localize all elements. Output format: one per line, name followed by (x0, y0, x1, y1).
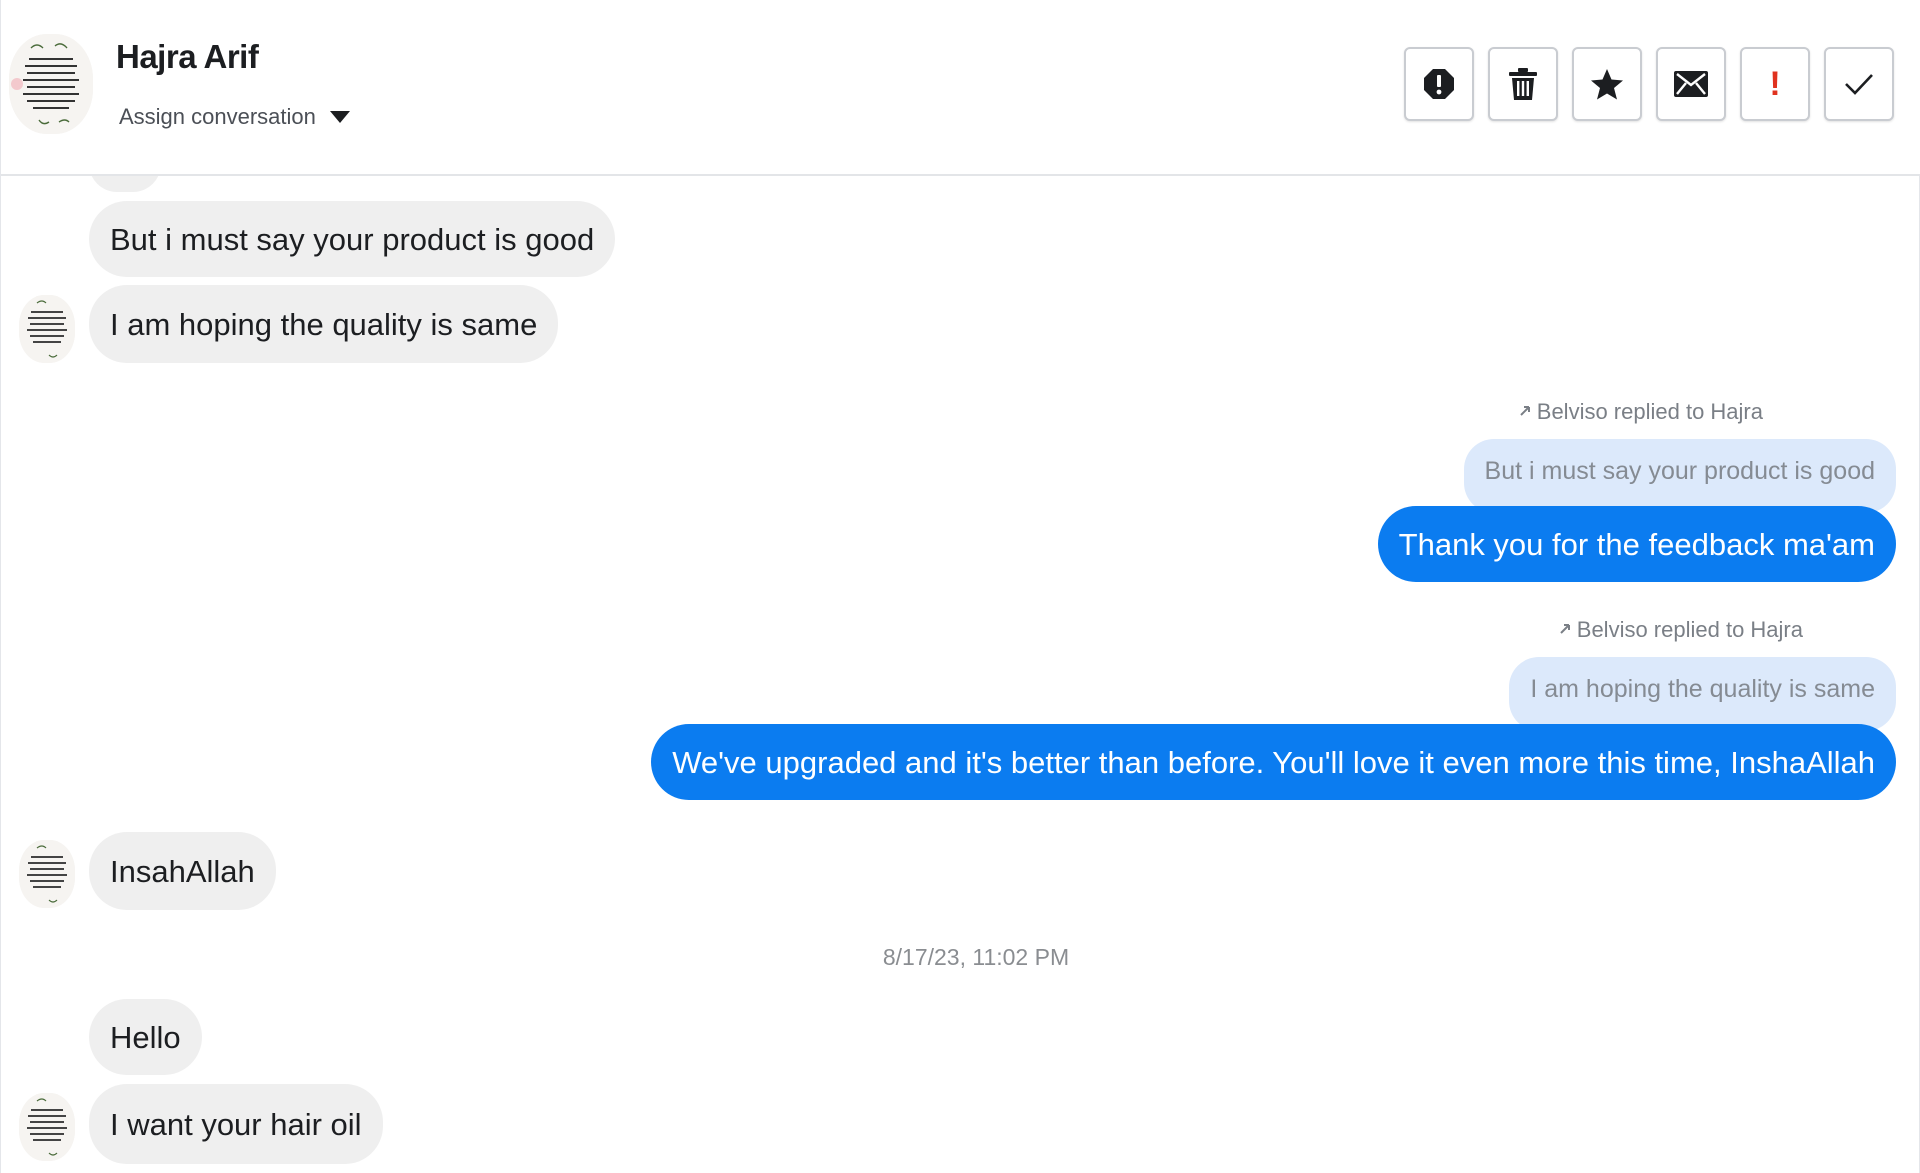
star-button[interactable] (1572, 47, 1642, 121)
reply-indicator: Belviso replied to Hajra (1519, 399, 1763, 425)
avatar (19, 1093, 75, 1161)
outgoing-message[interactable]: We've upgraded and it's better than befo… (651, 724, 1896, 800)
avatar (19, 295, 75, 363)
envelope-icon (1673, 70, 1709, 98)
caret-down-icon (329, 111, 350, 123)
reply-arrow-icon (1519, 399, 1535, 425)
exclamation-icon: ! (1769, 65, 1781, 103)
star-icon (1590, 67, 1624, 101)
incoming-message[interactable]: I want your hair oil (89, 1084, 383, 1164)
outgoing-message[interactable]: Thank you for the feedback ma'am (1377, 506, 1896, 582)
contact-name: Hajra Arif (116, 38, 259, 75)
avatar[interactable] (9, 34, 93, 134)
delete-button[interactable] (1488, 47, 1558, 121)
check-icon (1843, 71, 1875, 97)
messenger-window: Hajra Arif Assign conversation ! But i m… (0, 0, 1920, 1173)
message-bubble-clipped (89, 176, 161, 192)
quoted-message[interactable]: I am hoping the quality is same (1509, 657, 1896, 731)
reply-indicator-label: Belviso replied to Hajra (1576, 617, 1803, 642)
assign-conversation-label: Assign conversation (119, 104, 316, 129)
message-thread[interactable]: But i must say your product is good I am… (1, 176, 1920, 1173)
incoming-message[interactable]: InsahAllah (89, 832, 276, 910)
incoming-message[interactable]: Hello (89, 999, 202, 1075)
quoted-message[interactable]: But i must say your product is good (1463, 439, 1896, 513)
reply-indicator: Belviso replied to Hajra (1559, 617, 1803, 643)
trash-icon (1508, 67, 1538, 101)
done-button[interactable] (1824, 47, 1894, 121)
conversation-actions: ! (1404, 47, 1894, 121)
avatar (19, 840, 75, 908)
reply-arrow-icon (1559, 617, 1575, 643)
spam-button[interactable] (1404, 47, 1474, 121)
conversation-header: Hajra Arif Assign conversation ! (1, 0, 1920, 176)
assign-conversation-dropdown[interactable]: Assign conversation (119, 104, 350, 130)
alert-octagon-icon (1422, 67, 1456, 101)
incoming-message[interactable]: But i must say your product is good (89, 201, 616, 277)
reply-indicator-label: Belviso replied to Hajra (1536, 399, 1763, 424)
important-button[interactable]: ! (1740, 47, 1810, 121)
message-timestamp: 8/17/23, 11:02 PM (882, 944, 1070, 970)
incoming-message[interactable]: I am hoping the quality is same (89, 285, 559, 363)
mark-unread-button[interactable] (1656, 47, 1726, 121)
